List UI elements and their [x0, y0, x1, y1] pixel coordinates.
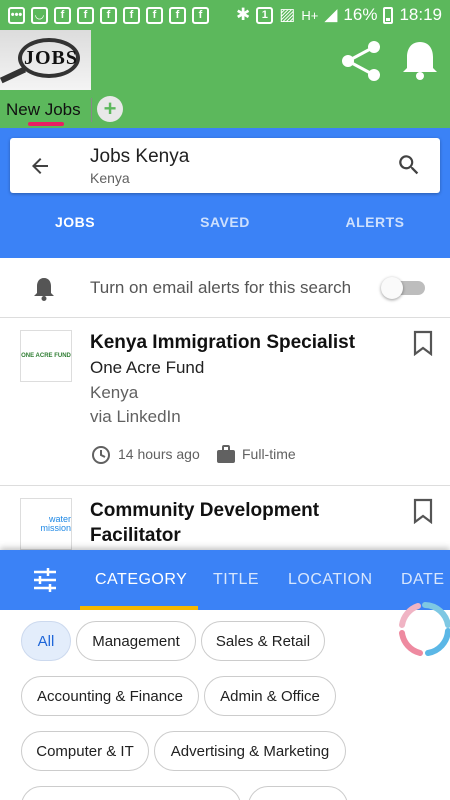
job-posted-time: 14 hours ago [118, 446, 200, 462]
chip-management[interactable]: Management [76, 621, 196, 661]
briefcase-icon [217, 445, 235, 463]
tab-new-jobs[interactable]: New Jobs [6, 100, 81, 120]
company-logo: water mission [20, 498, 72, 550]
status-bar: ••• ◡ f f f f f f f ✱ 1 ▨ H+ ◢ 16% 18:19 [0, 0, 450, 30]
tab-divider [91, 98, 92, 122]
search-icon[interactable] [396, 152, 422, 178]
clock: 18:19 [399, 5, 442, 24]
facebook-icon: f [100, 6, 117, 24]
tab-indicator [28, 122, 64, 126]
job-type: Full-time [242, 446, 296, 462]
filter-tab-location[interactable]: LOCATION [288, 571, 373, 589]
facebook-icon: f [54, 6, 71, 24]
chip-partial[interactable] [21, 786, 241, 800]
filter-sliders-icon[interactable] [32, 568, 58, 592]
chip-sales-retail[interactable]: Sales & Retail [201, 621, 325, 661]
filter-tab-title[interactable]: TITLE [213, 571, 259, 589]
chip-admin-office[interactable]: Admin & Office [204, 676, 336, 716]
job-card[interactable]: water mission Community Development Faci… [0, 486, 450, 550]
facebook-icon: f [192, 6, 209, 24]
job-card[interactable]: ONE ACRE FUND Kenya Immigration Speciali… [0, 318, 450, 486]
bell-icon [34, 278, 54, 301]
email-alert-row: Turn on email alerts for this search [0, 258, 450, 318]
filter-tab-category[interactable]: CATEGORY [95, 571, 187, 589]
tab-saved[interactable]: SAVED [150, 214, 300, 244]
bag-icon: ◡ [31, 6, 48, 24]
chip-advertising-marketing[interactable]: Advertising & Marketing [154, 731, 346, 771]
facebook-icon: f [146, 6, 163, 24]
app-bar: JOBS New Jobs + [0, 30, 450, 128]
email-alert-label: Turn on email alerts for this search [90, 278, 352, 297]
jobs-logo: JOBS [0, 30, 91, 90]
sim-icon: 1 [256, 6, 274, 24]
bookmark-icon[interactable] [412, 498, 434, 524]
company-logo: ONE ACRE FUND [20, 330, 72, 382]
back-arrow-icon[interactable] [28, 154, 52, 178]
add-tab-button[interactable]: + [97, 96, 123, 122]
battery-icon [383, 6, 394, 24]
clock-icon [92, 446, 110, 464]
company-logo-text: water mission [40, 514, 71, 533]
category-chips: All Management Sales & Retail Accounting… [0, 610, 450, 800]
logo-text: JOBS [24, 47, 79, 69]
message-icon: ••• [8, 6, 25, 24]
filter-tab-date-posted[interactable]: DATE POSTED [401, 571, 450, 589]
job-location: Kenya [90, 383, 139, 402]
notification-icons: ••• ◡ f f f f f f f [8, 6, 209, 24]
search-header: Jobs Kenya Kenya JOBS SAVED ALERTS [0, 128, 450, 258]
bluetooth-icon: ✱ [236, 5, 251, 24]
company-logo-text: ONE ACRE FUND [21, 353, 71, 359]
battery-percent: 16% [343, 5, 378, 24]
search-location: Kenya [90, 170, 130, 186]
search-query[interactable]: Jobs Kenya [90, 146, 189, 168]
job-title[interactable]: Community Development Facilitator [90, 498, 340, 548]
image-icon: ▨ [279, 5, 296, 24]
signal-icon: ◢ [324, 5, 338, 24]
tab-alerts[interactable]: ALERTS [300, 214, 450, 244]
chip-accounting-finance[interactable]: Accounting & Finance [21, 676, 199, 716]
email-alert-toggle[interactable] [381, 277, 425, 299]
facebook-icon: f [77, 6, 94, 24]
toggle-knob [381, 277, 403, 299]
facebook-icon: f [169, 6, 186, 24]
job-title[interactable]: Kenya Immigration Specialist [90, 332, 355, 354]
system-status: ✱ 1 ▨ H+ ◢ 16% 18:19 [236, 5, 442, 25]
job-company: One Acre Fund [90, 358, 205, 377]
search-card[interactable]: Jobs Kenya Kenya [10, 138, 440, 193]
tab-jobs[interactable]: JOBS [0, 214, 150, 244]
filter-bar: CATEGORY TITLE LOCATION DATE POSTED [0, 550, 450, 610]
chip-all[interactable]: All [21, 621, 71, 661]
bookmark-icon[interactable] [412, 330, 434, 356]
chip-partial[interactable] [248, 786, 348, 800]
magnifier-handle [0, 66, 27, 84]
job-source: via LinkedIn [90, 407, 181, 426]
notifications-bell-icon[interactable] [400, 38, 440, 82]
facebook-icon: f [123, 6, 140, 24]
results-tabs: JOBS SAVED ALERTS [0, 214, 450, 244]
share-icon[interactable] [338, 38, 384, 84]
chip-computer-it[interactable]: Computer & IT [21, 731, 149, 771]
loading-spinner-icon [399, 602, 450, 656]
network-type-icon: H+ [301, 7, 319, 23]
